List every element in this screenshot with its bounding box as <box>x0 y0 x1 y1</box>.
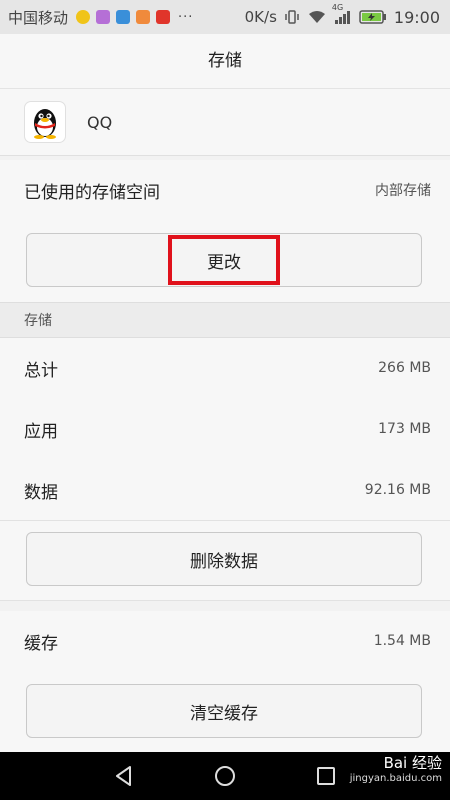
back-icon[interactable] <box>112 764 136 788</box>
vibrate-icon <box>285 10 299 24</box>
watermark: Bai 经验 jingyan.baidu.com <box>350 755 442 787</box>
section-divider <box>0 600 450 601</box>
home-icon[interactable] <box>213 764 237 788</box>
storage-location-section: 已使用的存储空间 内部存储 更改 <box>0 160 450 302</box>
battery-charging-icon <box>359 10 386 24</box>
storage-location-value: 内部存储 <box>375 183 431 199</box>
network-type-label: 4G <box>331 3 344 12</box>
recents-icon[interactable] <box>314 764 338 788</box>
app-notification-icon <box>116 10 131 24</box>
clear-data-label: 删除数据 <box>190 551 258 572</box>
app-size-value: 173 MB <box>378 421 431 437</box>
divider <box>0 520 450 521</box>
app-size-label: 应用 <box>24 421 58 442</box>
page-title: 存储 <box>0 34 450 88</box>
data-size-label: 数据 <box>24 482 58 503</box>
storage-details-section: 总计 266 MB 应用 173 MB 数据 92.16 MB 删除数据 <box>0 338 450 600</box>
storage-used-row: 已使用的存储空间 内部存储 <box>0 160 450 220</box>
cache-value: 1.54 MB <box>373 633 431 649</box>
watermark-brand: Bai 经验 <box>383 754 442 772</box>
tools-notification-icon <box>136 10 151 24</box>
notification-icons <box>76 10 171 24</box>
huawei-notification-icon <box>156 10 171 24</box>
data-size-value: 92.16 MB <box>364 482 431 498</box>
qq-notification-icon <box>76 10 91 24</box>
total-label: 总计 <box>24 360 58 381</box>
carrier-label: 中国移动 <box>8 8 69 27</box>
storage-used-label: 已使用的存储空间 <box>24 182 160 203</box>
app-header: QQ <box>0 88 450 156</box>
clear-cache-label: 清空缓存 <box>190 703 258 724</box>
app-size-row: 应用 173 MB <box>0 399 450 459</box>
qq-penguin-icon <box>24 101 66 143</box>
clear-data-button[interactable]: 删除数据 <box>26 532 422 586</box>
data-size-row: 数据 92.16 MB <box>0 460 450 520</box>
cache-section: 缓存 1.54 MB 清空缓存 <box>0 611 450 752</box>
highlight-box <box>168 235 280 285</box>
storage-section-header: 存储 <box>0 302 450 338</box>
app-name: QQ <box>87 112 113 132</box>
watermark-url: jingyan.baidu.com <box>349 773 442 784</box>
wifi-icon <box>308 11 325 23</box>
status-bar: 中国移动 ··· 0K/s 4G 19:00 <box>0 0 450 34</box>
clear-cache-button[interactable]: 清空缓存 <box>26 684 422 738</box>
network-speed: 0K/s <box>244 8 277 26</box>
gallery-notification-icon <box>96 10 111 24</box>
clock: 19:00 <box>393 7 440 27</box>
more-notifications-icon: ··· <box>178 9 194 25</box>
total-row: 总计 266 MB <box>0 338 450 398</box>
storage-section-title: 存储 <box>24 313 52 329</box>
cache-row: 缓存 1.54 MB <box>0 611 450 671</box>
total-value: 266 MB <box>378 360 431 376</box>
cache-label: 缓存 <box>24 633 58 654</box>
